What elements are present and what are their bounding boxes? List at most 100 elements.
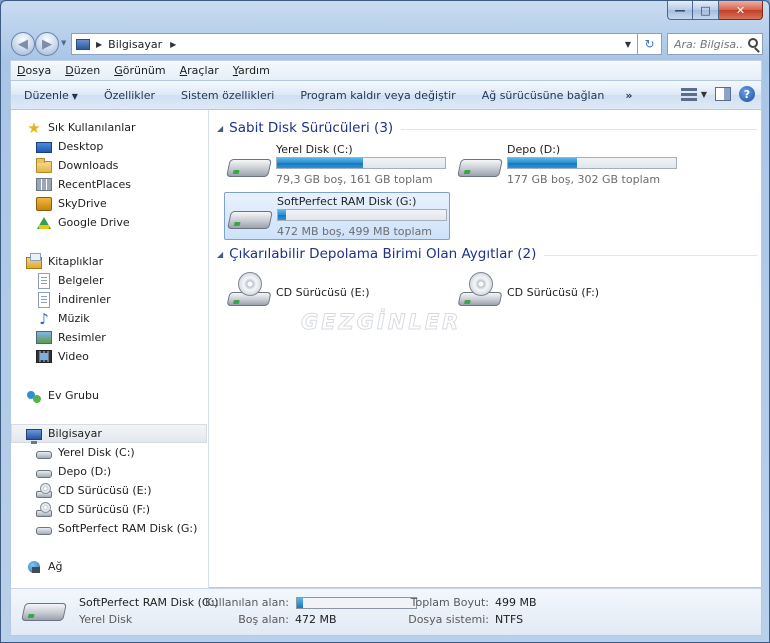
hard-drive-icon: [227, 203, 273, 233]
details-free-label: Boş alan:: [238, 613, 289, 626]
nav-item-downloads[interactable]: Downloads: [36, 156, 118, 175]
search-input[interactable]: [674, 37, 744, 51]
nav-item-desktop[interactable]: Desktop: [36, 137, 103, 156]
details-drive-name: SoftPerfect RAM Disk (G:): [79, 596, 219, 609]
documents-icon: [38, 272, 50, 289]
organize-button[interactable]: Düzenle ▼: [11, 89, 91, 102]
map-network-drive-button[interactable]: Ağ sürücüsüne bağlan: [469, 89, 618, 102]
recent-pages-dropdown[interactable]: ▼: [61, 39, 66, 47]
homegroup-icon: [26, 388, 42, 404]
nav-item-downloads-library[interactable]: İndirenler: [36, 290, 111, 309]
menu-edit[interactable]: Düzen: [65, 64, 100, 77]
drive-usage-bar: [277, 209, 447, 221]
nav-network[interactable]: Ağ: [26, 557, 63, 576]
nav-homegroup[interactable]: Ev Grubu: [26, 386, 99, 405]
drive-tile-f[interactable]: CD Sürücüsü (F:): [455, 268, 681, 316]
view-controls: ▼ ?: [680, 86, 755, 102]
drive-tile-e[interactable]: CD Sürücüsü (E:): [224, 268, 450, 316]
details-used-label: Kullanılan alan:: [205, 596, 289, 609]
nav-computer[interactable]: Bilgisayar: [11, 424, 207, 444]
nav-item-google-drive[interactable]: Google Drive: [36, 213, 130, 232]
group-hard-disks-header[interactable]: ◢ Sabit Disk Sürücüleri (3): [217, 119, 757, 137]
collapse-triangle-icon[interactable]: ◢: [217, 124, 223, 133]
downloads-folder-icon: [36, 158, 52, 173]
nav-libraries[interactable]: Kitaplıklar: [26, 252, 103, 271]
hard-drive-icon: [36, 451, 52, 459]
hard-drive-icon: [21, 597, 67, 627]
nav-item-drive-c[interactable]: Yerel Disk (C:): [36, 443, 135, 462]
nav-item-documents[interactable]: Belgeler: [36, 271, 103, 290]
pictures-icon: [36, 331, 52, 344]
hard-drive-icon: [226, 151, 272, 181]
uninstall-program-button[interactable]: Program kaldır veya değiştir: [287, 89, 468, 102]
details-fs-value: NTFS: [495, 613, 524, 626]
nav-item-label: Video: [58, 350, 89, 363]
google-drive-icon: [36, 215, 52, 231]
nav-item-label: Belgeler: [58, 274, 104, 287]
recent-places-icon: [36, 178, 52, 191]
view-options-dropdown-icon[interactable]: ▼: [701, 90, 707, 99]
details-usage-fill: [297, 598, 303, 608]
minimize-button[interactable]: —: [667, 1, 693, 20]
drive-tile-g[interactable]: SoftPerfect RAM Disk (G:) 472 MB boş, 49…: [224, 192, 450, 240]
nav-item-drive-e[interactable]: CD Sürücüsü (E:): [36, 481, 152, 500]
menu-file[interactable]: Dosya: [17, 64, 51, 77]
breadcrumb-computer[interactable]: Bilgisayar: [108, 38, 162, 51]
search-box[interactable]: [667, 33, 763, 55]
search-icon[interactable]: [748, 38, 758, 48]
breadcrumb-separator-icon[interactable]: ▶: [170, 40, 176, 49]
system-properties-button[interactable]: Sistem özellikleri: [168, 89, 287, 102]
drive-tile-d[interactable]: Depo (D:) 177 GB boş, 302 GB toplam: [455, 141, 681, 189]
nav-item-label: RecentPlaces: [58, 178, 131, 191]
preview-pane-icon[interactable]: [715, 87, 731, 101]
nav-homegroup-label: Ev Grubu: [48, 389, 99, 402]
nav-item-drive-d[interactable]: Depo (D:): [36, 462, 111, 481]
help-icon[interactable]: ?: [739, 86, 755, 102]
details-total-value: 499 MB: [495, 596, 537, 609]
computer-icon: [26, 428, 42, 444]
more-commands-button[interactable]: »: [617, 89, 640, 102]
nav-favorites[interactable]: ★ Sık Kullanılanlar: [26, 118, 135, 137]
drive-tile-c[interactable]: Yerel Disk (C:) 79,3 GB boş, 161 GB topl…: [224, 141, 450, 189]
drive-usage-fill: [278, 210, 287, 220]
menu-tools[interactable]: Araçlar: [180, 64, 219, 77]
group-removable-header[interactable]: ◢ Çıkarılabilir Depolama Birimi Olan Ayg…: [217, 245, 757, 263]
details-total-label: Toplam Boyut:: [410, 596, 489, 609]
nav-item-drive-g[interactable]: SoftPerfect RAM Disk (G:): [36, 519, 197, 538]
navigation-pane[interactable]: ★ Sık Kullanılanlar Desktop Downloads Re…: [11, 110, 209, 588]
properties-button[interactable]: Özellikler: [91, 89, 168, 102]
hard-drive-icon: [36, 470, 52, 478]
breadcrumb-separator-icon[interactable]: ▶: [96, 40, 102, 49]
change-view-icon[interactable]: [680, 87, 697, 101]
desktop-icon: [36, 142, 52, 153]
address-history-dropdown-icon[interactable]: ▼: [625, 40, 631, 49]
menu-view[interactable]: Görünüm: [114, 64, 165, 77]
cd-drive-icon: [226, 272, 272, 308]
maximize-button[interactable]: □: [693, 1, 719, 20]
nav-item-label: SkyDrive: [58, 197, 107, 210]
details-fs-label: Dosya sistemi:: [408, 613, 489, 626]
nav-item-drive-f[interactable]: CD Sürücüsü (F:): [36, 500, 150, 519]
details-usage-bar: [296, 597, 417, 609]
nav-item-label: Müzik: [58, 312, 90, 325]
nav-item-video[interactable]: Video: [36, 347, 89, 366]
nav-item-recent-places[interactable]: RecentPlaces: [36, 175, 131, 194]
refresh-button[interactable]: ↻: [638, 33, 662, 55]
nav-item-label: Downloads: [58, 159, 119, 172]
details-free-value: 472 MB: [295, 613, 337, 626]
group-title: Çıkarılabilir Depolama Birimi Olan Aygıt…: [229, 246, 537, 262]
address-bar[interactable]: ▶ Bilgisayar ▶ ▼: [71, 33, 638, 55]
nav-item-music[interactable]: ♪ Müzik: [36, 309, 90, 328]
star-icon: ★: [27, 118, 41, 137]
close-button[interactable]: ✕: [719, 1, 763, 20]
menu-help[interactable]: Yardım: [233, 64, 270, 77]
drive-name: CD Sürücüsü (E:): [276, 286, 370, 299]
nav-item-pictures[interactable]: Resimler: [36, 328, 106, 347]
nav-item-skydrive[interactable]: SkyDrive: [36, 194, 107, 213]
command-bar: Düzenle ▼ Özellikler Sistem özellikleri P…: [10, 80, 762, 110]
cd-drive-icon: [36, 482, 52, 498]
collapse-triangle-icon[interactable]: ◢: [217, 250, 223, 259]
forward-button[interactable]: ▶: [35, 32, 59, 56]
back-button[interactable]: ◀: [11, 32, 35, 56]
group-divider: [544, 254, 757, 256]
